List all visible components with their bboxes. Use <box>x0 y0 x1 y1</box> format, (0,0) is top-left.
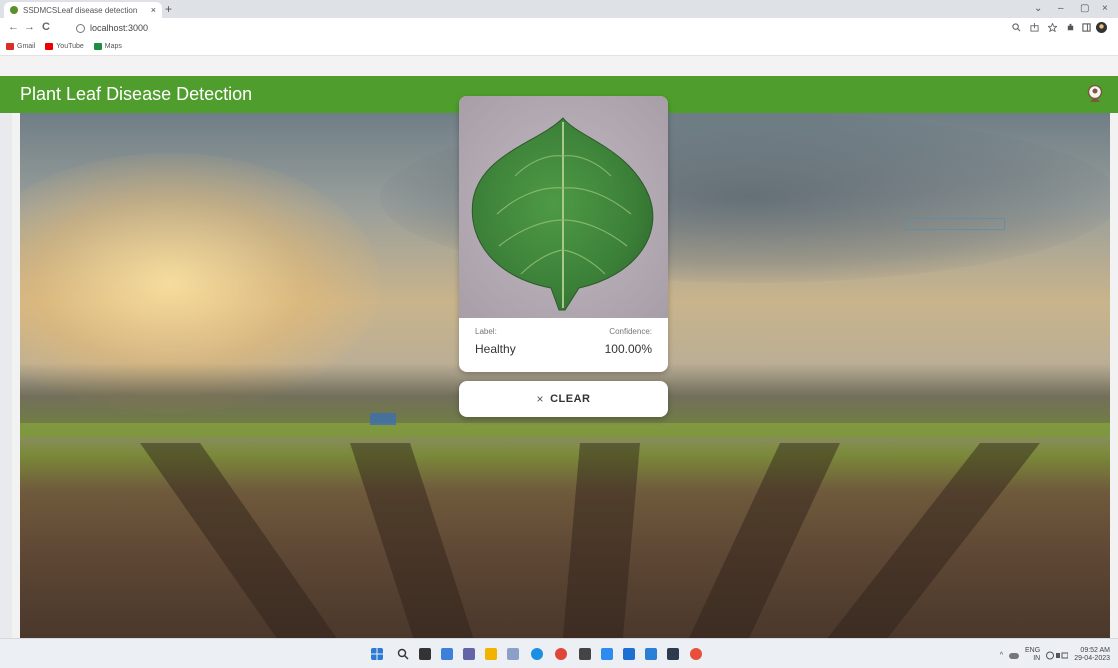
reload-button[interactable]: C <box>42 21 50 33</box>
keyboard-region: IN <box>1033 655 1041 662</box>
sidepanel-icon[interactable] <box>1082 23 1091 32</box>
prediction-card: Label: Confidence: Healthy 100.00% <box>459 96 668 372</box>
mail-icon[interactable] <box>507 648 519 660</box>
bookmark-star-icon[interactable] <box>1048 23 1057 32</box>
close-icon: × <box>536 392 545 406</box>
app-icon[interactable] <box>690 648 702 660</box>
bookmark-gmail[interactable]: Gmail <box>6 43 35 50</box>
forward-button[interactable]: → <box>24 21 35 33</box>
minimize-button[interactable]: – <box>1058 3 1064 14</box>
clear-button-label: CLEAR <box>550 393 591 405</box>
app-icon[interactable] <box>601 648 613 660</box>
bookmark-label: Maps <box>104 43 122 50</box>
bookmark-youtube[interactable]: YouTube <box>45 43 84 50</box>
background-furrow <box>792 443 1040 638</box>
screen: SSDMCSLeaf disease detection × + ⌄ – ▢ ×… <box>0 0 1118 668</box>
page-top-strip <box>0 56 1118 76</box>
tray-overflow-icon[interactable]: ^ <box>1000 652 1003 659</box>
network-volume-battery-icon[interactable] <box>1046 651 1069 660</box>
vscode-icon[interactable] <box>645 648 657 660</box>
browser-tabstrip: SSDMCSLeaf disease detection × + ⌄ – ▢ × <box>0 0 1118 18</box>
profile-avatar-icon[interactable] <box>1096 22 1107 33</box>
address-bar[interactable]: localhost:3000 <box>76 20 956 36</box>
terminal-icon[interactable] <box>667 648 679 660</box>
file-explorer-icon[interactable] <box>485 648 497 660</box>
back-button[interactable]: ← <box>8 21 19 33</box>
url-text: localhost:3000 <box>90 23 149 33</box>
background-furrow <box>668 443 840 638</box>
uploaded-leaf-image <box>459 96 668 318</box>
background-furrow <box>350 443 488 638</box>
confidence-caption: Confidence: <box>609 327 652 336</box>
background-object <box>370 413 396 425</box>
new-tab-button[interactable]: + <box>165 3 172 15</box>
clock[interactable]: 09:52 AM 29-04-2023 <box>1074 647 1110 663</box>
bookmark-maps[interactable]: Maps <box>93 43 122 50</box>
clear-button[interactable]: × CLEAR <box>459 381 668 417</box>
browser-tab[interactable]: SSDMCSLeaf disease detection × <box>4 2 162 18</box>
prediction-result: Label: Confidence: Healthy 100.00% <box>459 318 668 372</box>
close-window-button[interactable]: × <box>1102 3 1108 14</box>
confidence-value: 100.00% <box>604 342 652 356</box>
bookmarks-bar: Gmail YouTube Maps <box>0 38 1118 56</box>
label-caption: Label: <box>475 327 497 336</box>
language-indicator[interactable]: ENG IN <box>1025 647 1040 663</box>
search-icon[interactable] <box>397 648 409 660</box>
youtube-icon <box>45 43 54 50</box>
page-left-edge <box>12 113 20 638</box>
extensions-icon[interactable] <box>1066 23 1075 32</box>
edge-browser-icon[interactable] <box>531 648 543 660</box>
onedrive-icon[interactable] <box>1009 651 1020 660</box>
zoom-icon[interactable] <box>1012 23 1021 32</box>
widgets-icon[interactable] <box>441 648 453 660</box>
tab-close-icon[interactable]: × <box>151 5 156 15</box>
windows-start-icon[interactable] <box>371 648 383 660</box>
background-furrow <box>559 443 640 638</box>
tab-title: SSDMCSLeaf disease detection <box>23 5 138 15</box>
share-icon[interactable] <box>1030 23 1039 32</box>
language-code: ENG <box>1025 647 1041 654</box>
page-right-edge <box>1110 113 1118 638</box>
clock-date: 29-04-2023 <box>1074 655 1110 662</box>
chat-icon[interactable] <box>463 648 475 660</box>
system-tray: ^ ENG IN 09:52 AM 29-04-2023 <box>1000 647 1110 663</box>
browser-toolbar: ← → C localhost:3000 <box>0 18 1118 38</box>
maps-icon <box>93 43 102 50</box>
gmail-icon <box>6 43 14 50</box>
app-icon[interactable] <box>579 648 591 660</box>
tab-search-icon[interactable]: ⌄ <box>1034 3 1042 14</box>
leaf-image-graphic <box>459 96 668 318</box>
clock-time: 09:52 AM <box>1080 647 1110 654</box>
page-title: Plant Leaf Disease Detection <box>20 84 253 104</box>
bookmark-label: YouTube <box>56 43 84 50</box>
task-view-icon[interactable] <box>419 648 431 660</box>
chrome-browser-icon[interactable] <box>555 648 567 660</box>
background-furrow <box>140 443 369 638</box>
store-icon[interactable] <box>623 648 635 660</box>
bookmark-label: Gmail <box>17 43 36 50</box>
label-value: Healthy <box>475 342 516 356</box>
maximize-button[interactable]: ▢ <box>1080 3 1089 14</box>
os-taskbar: ^ ENG IN 09:52 AM 29-04-2023 <box>0 638 1118 668</box>
site-info-icon[interactable] <box>76 23 85 33</box>
background-grass <box>20 423 1110 437</box>
tab-favicon-icon <box>10 6 18 14</box>
account-icon[interactable] <box>1086 84 1104 104</box>
background-outline-box <box>905 218 1005 230</box>
